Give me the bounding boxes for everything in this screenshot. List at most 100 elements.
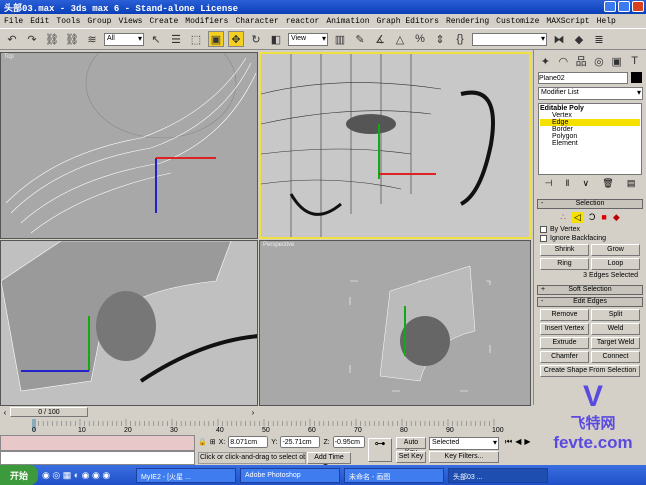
insert-vertex-button[interactable]: Insert Vertex — [540, 323, 589, 335]
menu-maxscript[interactable]: MAXScript — [546, 17, 589, 26]
rectangle-selection-icon[interactable]: ⬚ — [188, 31, 204, 47]
polygon-mode-icon[interactable]: ■ — [601, 212, 606, 223]
viewport-front-active[interactable] — [259, 52, 531, 239]
show-end-result-icon[interactable]: ‖ — [566, 178, 570, 189]
window-crossing-icon[interactable]: ▣ — [208, 31, 224, 47]
maximize-button[interactable] — [618, 1, 630, 12]
menu-customize[interactable]: Customize — [496, 17, 539, 26]
maxscript-output[interactable] — [0, 451, 195, 465]
percent-snap-icon[interactable]: % — [412, 31, 428, 47]
make-unique-icon[interactable]: ∨ — [582, 178, 589, 189]
edge-mode-icon[interactable]: ◁ — [571, 212, 583, 223]
loop-button[interactable]: Loop — [591, 258, 640, 270]
ignore-backfacing-checkbox[interactable]: Ignore Backfacing — [540, 235, 640, 242]
edit-named-selection-icon[interactable]: {} — [452, 31, 468, 47]
utilities-tab-icon[interactable]: T — [627, 53, 642, 69]
menu-create[interactable]: Create — [149, 17, 178, 26]
viewport-top[interactable]: Top — [0, 52, 258, 239]
stack-item-vertex[interactable]: Vertex — [540, 112, 640, 119]
stack-item-border[interactable]: Border — [540, 126, 640, 133]
task-3dsmax[interactable]: 头部03 ... — [448, 467, 549, 483]
go-to-start-icon[interactable]: ⏮ — [505, 437, 512, 447]
soft-selection-rollout-header[interactable]: + Soft Selection — [537, 285, 643, 295]
minimize-button[interactable] — [604, 1, 616, 12]
spinner-snap-icon[interactable]: ⇕ — [432, 31, 448, 47]
edit-edges-rollout-header[interactable]: - Edit Edges — [537, 297, 643, 307]
hierarchy-tab-icon[interactable]: 品 — [574, 53, 589, 69]
x-coordinate-field[interactable] — [228, 436, 269, 448]
close-button[interactable] — [632, 1, 644, 12]
create-shape-button[interactable]: Create Shape From Selection — [540, 365, 640, 377]
add-time-tag-button[interactable]: Add Time Tag — [307, 452, 351, 471]
y-coordinate-field[interactable] — [280, 436, 321, 448]
split-button[interactable]: Split — [591, 309, 640, 321]
task-photoshop[interactable]: Adobe Photoshop — [240, 467, 341, 483]
display-tab-icon[interactable]: ▣ — [609, 53, 624, 69]
viewport-left[interactable] — [0, 240, 258, 406]
object-color-swatch[interactable] — [631, 72, 642, 83]
mirror-icon[interactable]: ⧓ — [551, 31, 567, 47]
select-move-icon[interactable]: ✥ — [228, 31, 244, 47]
menu-character[interactable]: Character — [235, 17, 278, 26]
prev-frame-icon[interactable]: ‹ — [0, 408, 10, 417]
key-mode-dropdown[interactable]: Selected — [429, 437, 499, 450]
motion-tab-icon[interactable]: ◎ — [591, 53, 606, 69]
vertex-mode-icon[interactable]: ∴ — [560, 212, 566, 223]
redo-icon[interactable]: ↷ — [24, 31, 40, 47]
stack-item-polygon[interactable]: Polygon — [540, 133, 640, 140]
bind-space-warp-icon[interactable]: ≋ — [84, 31, 100, 47]
modifier-list-dropdown[interactable]: Modifier List — [538, 87, 643, 100]
set-key-button[interactable]: Set Key — [396, 451, 426, 463]
menu-tools[interactable]: Tools — [56, 17, 80, 26]
stack-item-element[interactable]: Element — [540, 140, 640, 147]
z-coordinate-field[interactable] — [332, 436, 365, 448]
angle-snap-icon[interactable]: △ — [392, 31, 408, 47]
menu-modifiers[interactable]: Modifiers — [185, 17, 228, 26]
select-by-name-icon[interactable]: ☰ — [168, 31, 184, 47]
modify-tab-icon[interactable]: ◠ — [556, 53, 571, 69]
pivot-center-icon[interactable]: ▥ — [332, 31, 348, 47]
task-paint[interactable]: 未命名 - 画图 — [344, 467, 445, 483]
track-bar[interactable]: 0 10 20 30 40 50 60 70 80 90 100 — [0, 418, 533, 435]
align-icon[interactable]: ◆ — [571, 31, 587, 47]
menu-views[interactable]: Views — [118, 17, 142, 26]
menu-group[interactable]: Group — [87, 17, 111, 26]
snap-toggle-icon[interactable]: ∡ — [372, 31, 388, 47]
task-myie2[interactable]: MyIE2 - [火星 ... — [136, 467, 237, 483]
remove-modifier-icon[interactable]: 🗑 — [602, 178, 613, 189]
stack-item-editable-poly[interactable]: Editable Poly — [540, 105, 640, 112]
select-scale-icon[interactable]: ◧ — [268, 31, 284, 47]
connect-button[interactable]: Connect — [591, 351, 640, 363]
chamfer-button[interactable]: Chamfer — [540, 351, 589, 363]
menu-animation[interactable]: Animation — [326, 17, 369, 26]
extrude-button[interactable]: Extrude — [540, 337, 589, 349]
named-selection-dropdown[interactable] — [472, 32, 547, 46]
menu-edit[interactable]: Edit — [30, 17, 49, 26]
previous-frame-icon[interactable]: ◀ — [515, 437, 521, 447]
menu-rendering[interactable]: Rendering — [446, 17, 489, 26]
object-name-field[interactable] — [538, 72, 628, 84]
select-rotate-icon[interactable]: ↻ — [248, 31, 264, 47]
reference-coord-dropdown[interactable]: View — [288, 32, 328, 46]
remove-button[interactable]: Remove — [540, 309, 589, 321]
configure-sets-icon[interactable]: ▤ — [627, 178, 636, 189]
set-keys-key-icon[interactable]: ⊶ — [368, 438, 392, 462]
menu-reactor[interactable]: reactor — [286, 17, 320, 26]
lock-selection-icon[interactable]: 🔒 — [198, 438, 207, 446]
auto-key-button[interactable]: Auto Key — [396, 437, 426, 456]
start-button[interactable]: 开始 — [0, 465, 39, 485]
shrink-button[interactable]: Shrink — [540, 244, 589, 256]
selection-filter-dropdown[interactable]: All — [104, 32, 144, 46]
key-filters-button[interactable]: Key Filters... — [429, 451, 499, 463]
select-object-icon[interactable]: ↖ — [148, 31, 164, 47]
selection-rollout-header[interactable]: - Selection — [537, 199, 643, 209]
stack-item-edge[interactable]: Edge — [540, 119, 640, 126]
link-icon[interactable]: ⛓ — [44, 31, 60, 47]
unlink-icon[interactable]: ⛓ — [64, 31, 80, 47]
menu-help[interactable]: Help — [597, 17, 616, 26]
weld-button[interactable]: Weld — [591, 323, 640, 335]
by-vertex-checkbox[interactable]: By Vertex — [540, 226, 640, 233]
time-slider-thumb[interactable]: 0 / 100 — [10, 407, 88, 417]
time-slider[interactable]: ‹ 0 / 100 › — [0, 406, 258, 418]
menu-graph-editors[interactable]: Graph Editors — [377, 17, 439, 26]
